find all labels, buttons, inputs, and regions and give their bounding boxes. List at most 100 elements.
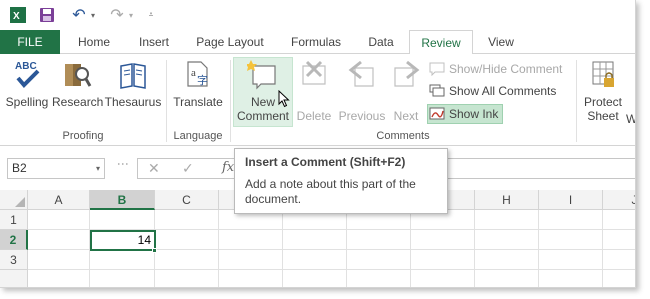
protect-sheet-icon: [580, 58, 626, 95]
column-header-h[interactable]: H: [475, 190, 539, 210]
grid-cell[interactable]: [28, 230, 90, 250]
row-header-3[interactable]: 3: [0, 250, 28, 270]
grid-cell[interactable]: [539, 210, 603, 230]
comments-group-label: Comments: [376, 130, 430, 142]
language-group-label: Language: [173, 130, 223, 142]
excel-window: X ↶ ▾ ↷ ▾ ⩡ FILE Home Insert Page Layout…: [0, 0, 636, 288]
grid-cell[interactable]: [603, 250, 635, 270]
grid-cell[interactable]: [283, 270, 347, 287]
grid-cell[interactable]: [603, 270, 635, 287]
show-hide-comment-button[interactable]: Show/Hide Comment: [429, 60, 562, 78]
next-comment-button[interactable]: Next: [388, 58, 424, 123]
name-box-dropdown-icon[interactable]: ▾: [96, 159, 100, 178]
grid-cell[interactable]: [283, 250, 347, 270]
column-header-c[interactable]: C: [155, 190, 219, 210]
previous-comment-button[interactable]: Previous: [336, 58, 388, 123]
select-all-button[interactable]: [0, 190, 28, 210]
enter-icon[interactable]: ✓: [182, 160, 194, 177]
excel-logo-icon[interactable]: X: [10, 7, 26, 23]
grid-cell[interactable]: [411, 250, 475, 270]
spelling-button[interactable]: ABC Spelling: [4, 58, 50, 109]
grid-cell[interactable]: [347, 250, 411, 270]
grid-cell[interactable]: [90, 250, 155, 270]
tab-review[interactable]: Review: [409, 30, 473, 55]
undo-dropdown-icon[interactable]: ▾: [88, 5, 98, 25]
show-ink-icon: [429, 107, 445, 121]
grid-cell[interactable]: [28, 210, 90, 230]
grid-cell[interactable]: [155, 230, 219, 250]
grid-cell[interactable]: [28, 250, 90, 270]
new-comment-tooltip: Insert a Comment (Shift+F2) Add a note a…: [234, 148, 448, 214]
show-hide-comment-icon: [429, 62, 445, 77]
svg-text:ABC: ABC: [15, 61, 37, 72]
grid-cell[interactable]: [603, 210, 635, 230]
tooltip-title: Insert a Comment (Shift+F2): [245, 155, 406, 169]
tab-formulas[interactable]: Formulas: [280, 30, 352, 54]
grid-cell[interactable]: [28, 270, 90, 287]
grid-cell[interactable]: [155, 210, 219, 230]
customize-caret-icon[interactable]: ⩡: [146, 5, 156, 25]
grid-cell[interactable]: [539, 230, 603, 250]
svg-text:字: 字: [197, 73, 208, 87]
grid-cell[interactable]: [475, 230, 539, 250]
redo-dropdown-icon[interactable]: ▾: [126, 5, 136, 25]
delete-comment-icon: [294, 58, 334, 95]
grid-cell[interactable]: [475, 210, 539, 230]
tab-view[interactable]: View: [478, 30, 524, 54]
grid-cell[interactable]: [219, 270, 283, 287]
tab-home[interactable]: Home: [66, 30, 122, 54]
thesaurus-button[interactable]: Thesaurus: [104, 58, 162, 109]
grid-cell[interactable]: [539, 250, 603, 270]
grid-cell[interactable]: [603, 230, 635, 250]
tab-data[interactable]: Data: [358, 30, 404, 54]
quick-access-toolbar: X ↶ ▾ ↷ ▾ ⩡: [0, 0, 635, 30]
row-header-2[interactable]: 2: [0, 230, 28, 250]
column-header-i[interactable]: I: [539, 190, 603, 210]
grid-cell[interactable]: [347, 270, 411, 287]
grid-cell[interactable]: [475, 270, 539, 287]
column-header-j[interactable]: J: [603, 190, 635, 210]
column-header-b[interactable]: B: [90, 190, 155, 210]
research-button[interactable]: Research: [52, 58, 103, 109]
translate-button[interactable]: a 字 Translate: [170, 58, 226, 109]
grid-cell[interactable]: [90, 210, 155, 230]
grid-cell[interactable]: [283, 230, 347, 250]
tooltip-body: Add a note about this part of the docume…: [245, 177, 416, 206]
row-header-4[interactable]: [0, 270, 28, 287]
protect-workbook-button-partial[interactable]: W: [626, 112, 635, 126]
protect-sheet-button[interactable]: Protect Sheet: [580, 58, 626, 123]
tab-file[interactable]: FILE: [0, 30, 60, 54]
proofing-group-label: Proofing: [62, 130, 104, 142]
grid-cell[interactable]: [475, 250, 539, 270]
save-icon[interactable]: [38, 5, 56, 25]
grid-cell[interactable]: [155, 250, 219, 270]
grid-cell[interactable]: [219, 230, 283, 250]
ribbon: ABC Spelling Research Thesaurus Proofing…: [0, 54, 635, 146]
ribbon-tabs: FILE Home Insert Page Layout Formulas Da…: [0, 30, 635, 55]
fill-handle[interactable]: [152, 248, 157, 253]
grid-cell[interactable]: [411, 270, 475, 287]
grid-cell[interactable]: [90, 270, 155, 287]
row-header-1[interactable]: 1: [0, 210, 28, 230]
formula-bar-resize-icon[interactable]: ⋮: [116, 158, 130, 169]
grid-cell[interactable]: [411, 230, 475, 250]
cancel-icon[interactable]: ✕: [148, 160, 160, 177]
tab-insert[interactable]: Insert: [128, 30, 180, 54]
grid-cell[interactable]: [219, 250, 283, 270]
grid-cell[interactable]: [539, 270, 603, 287]
grid-cell[interactable]: [155, 270, 219, 287]
svg-text:a: a: [191, 67, 196, 79]
svg-text:X: X: [13, 11, 20, 22]
name-box[interactable]: B2 ▾: [7, 158, 105, 179]
show-all-comments-button[interactable]: Show All Comments: [429, 82, 556, 100]
grid-cell[interactable]: [347, 230, 411, 250]
redo-icon[interactable]: ↷: [108, 5, 126, 25]
cell-b2[interactable]: 14: [90, 230, 156, 251]
delete-comment-button[interactable]: Delete: [294, 58, 334, 123]
column-header-a[interactable]: A: [28, 190, 90, 210]
show-all-comments-icon: [429, 84, 445, 98]
undo-icon[interactable]: ↶: [70, 5, 88, 25]
show-ink-button[interactable]: Show Ink: [429, 105, 498, 123]
insert-function-icon[interactable]: fx: [222, 160, 234, 175]
tab-page-layout[interactable]: Page Layout: [186, 30, 274, 54]
